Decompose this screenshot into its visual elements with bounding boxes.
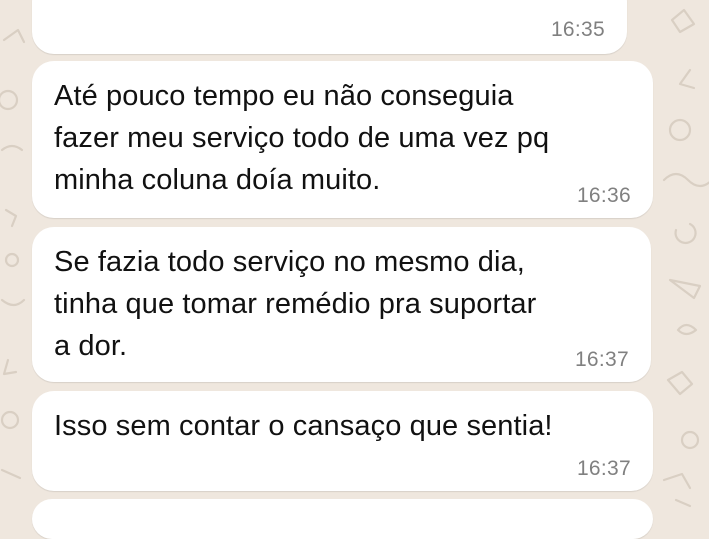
- message-bubble[interactable]: 16:35: [32, 0, 627, 54]
- message-bubble[interactable]: Se fazia todo serviço no mesmo dia, tinh…: [32, 227, 651, 382]
- message-text: Se fazia todo serviço no mesmo dia, tinh…: [54, 246, 537, 362]
- message-text: Isso sem contar o cansaço que sentia!: [54, 410, 553, 442]
- message-bubble-partial[interactable]: [32, 499, 653, 539]
- message-timestamp: 16:35: [550, 18, 605, 41]
- message-bubble[interactable]: Até pouco tempo eu não conseguia fazer m…: [32, 61, 653, 218]
- message-timestamp: 16:37: [574, 348, 629, 371]
- message-bubble[interactable]: Isso sem contar o cansaço que sentia! 16…: [32, 391, 653, 491]
- message-timestamp: 16:37: [576, 457, 631, 480]
- message-timestamp: 16:36: [576, 184, 631, 207]
- message-text: Até pouco tempo eu não conseguia fazer m…: [54, 80, 550, 196]
